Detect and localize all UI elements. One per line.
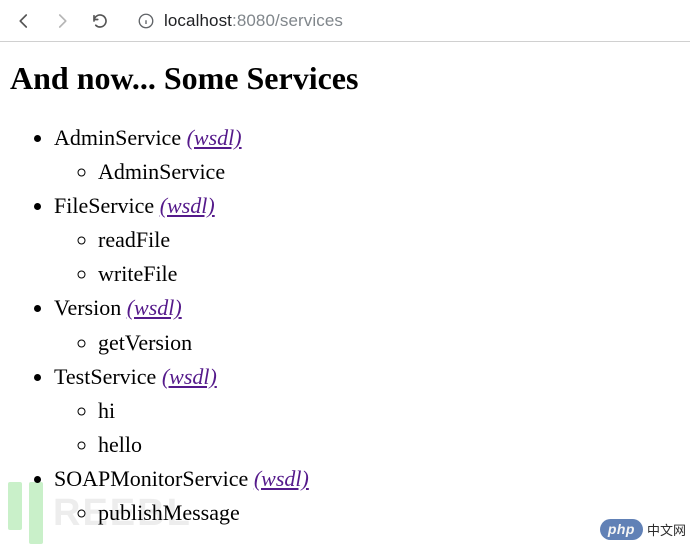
service-item: Version (wsdl) getVersion (54, 291, 680, 359)
watermark-right: php 中文网 (600, 519, 686, 540)
operation-item: publishMessage (98, 496, 680, 530)
service-name: SOAPMonitorService (54, 466, 248, 491)
arrow-right-icon (53, 12, 71, 30)
operation-item: hi (98, 394, 680, 428)
operation-list: hi hello (54, 394, 680, 462)
back-button[interactable] (8, 5, 40, 37)
service-name: AdminService (54, 125, 181, 150)
operation-item: readFile (98, 223, 680, 257)
browser-toolbar: localhost:8080/services (0, 0, 690, 42)
operation-item: writeFile (98, 257, 680, 291)
service-name: FileService (54, 193, 154, 218)
service-item: FileService (wsdl) readFile writeFile (54, 189, 680, 291)
operation-list: AdminService (54, 155, 680, 189)
wsdl-link[interactable]: (wsdl) (162, 364, 217, 389)
wsdl-link[interactable]: (wsdl) (254, 466, 309, 491)
address-bar[interactable]: localhost:8080/services (128, 5, 682, 37)
forward-button[interactable] (46, 5, 78, 37)
url-host: localhost (164, 11, 232, 30)
operation-list: getVersion (54, 326, 680, 360)
operation-list: publishMessage (54, 496, 680, 530)
service-name: TestService (54, 364, 156, 389)
watermark-cn-text: 中文网 (647, 520, 686, 539)
wsdl-link[interactable]: (wsdl) (160, 193, 215, 218)
php-badge: php (600, 519, 643, 540)
service-item: SOAPMonitorService (wsdl) publishMessage (54, 462, 680, 530)
page-content: And now... Some Services AdminService (w… (0, 42, 690, 530)
wsdl-link[interactable]: (wsdl) (127, 295, 182, 320)
reload-button[interactable] (84, 5, 116, 37)
wsdl-link[interactable]: (wsdl) (187, 125, 242, 150)
service-list: AdminService (wsdl) AdminService FileSer… (10, 121, 680, 530)
service-item: TestService (wsdl) hi hello (54, 360, 680, 462)
operation-item: hello (98, 428, 680, 462)
reload-icon (91, 12, 109, 30)
operation-item: AdminService (98, 155, 680, 189)
url-text: localhost:8080/services (164, 11, 343, 31)
service-item: AdminService (wsdl) AdminService (54, 121, 680, 189)
operation-item: getVersion (98, 326, 680, 360)
url-port-path: :8080/services (232, 11, 343, 30)
operation-list: readFile writeFile (54, 223, 680, 291)
service-name: Version (54, 295, 121, 320)
site-info-icon[interactable] (136, 11, 156, 31)
page-title: And now... Some Services (10, 60, 680, 97)
arrow-left-icon (15, 12, 33, 30)
